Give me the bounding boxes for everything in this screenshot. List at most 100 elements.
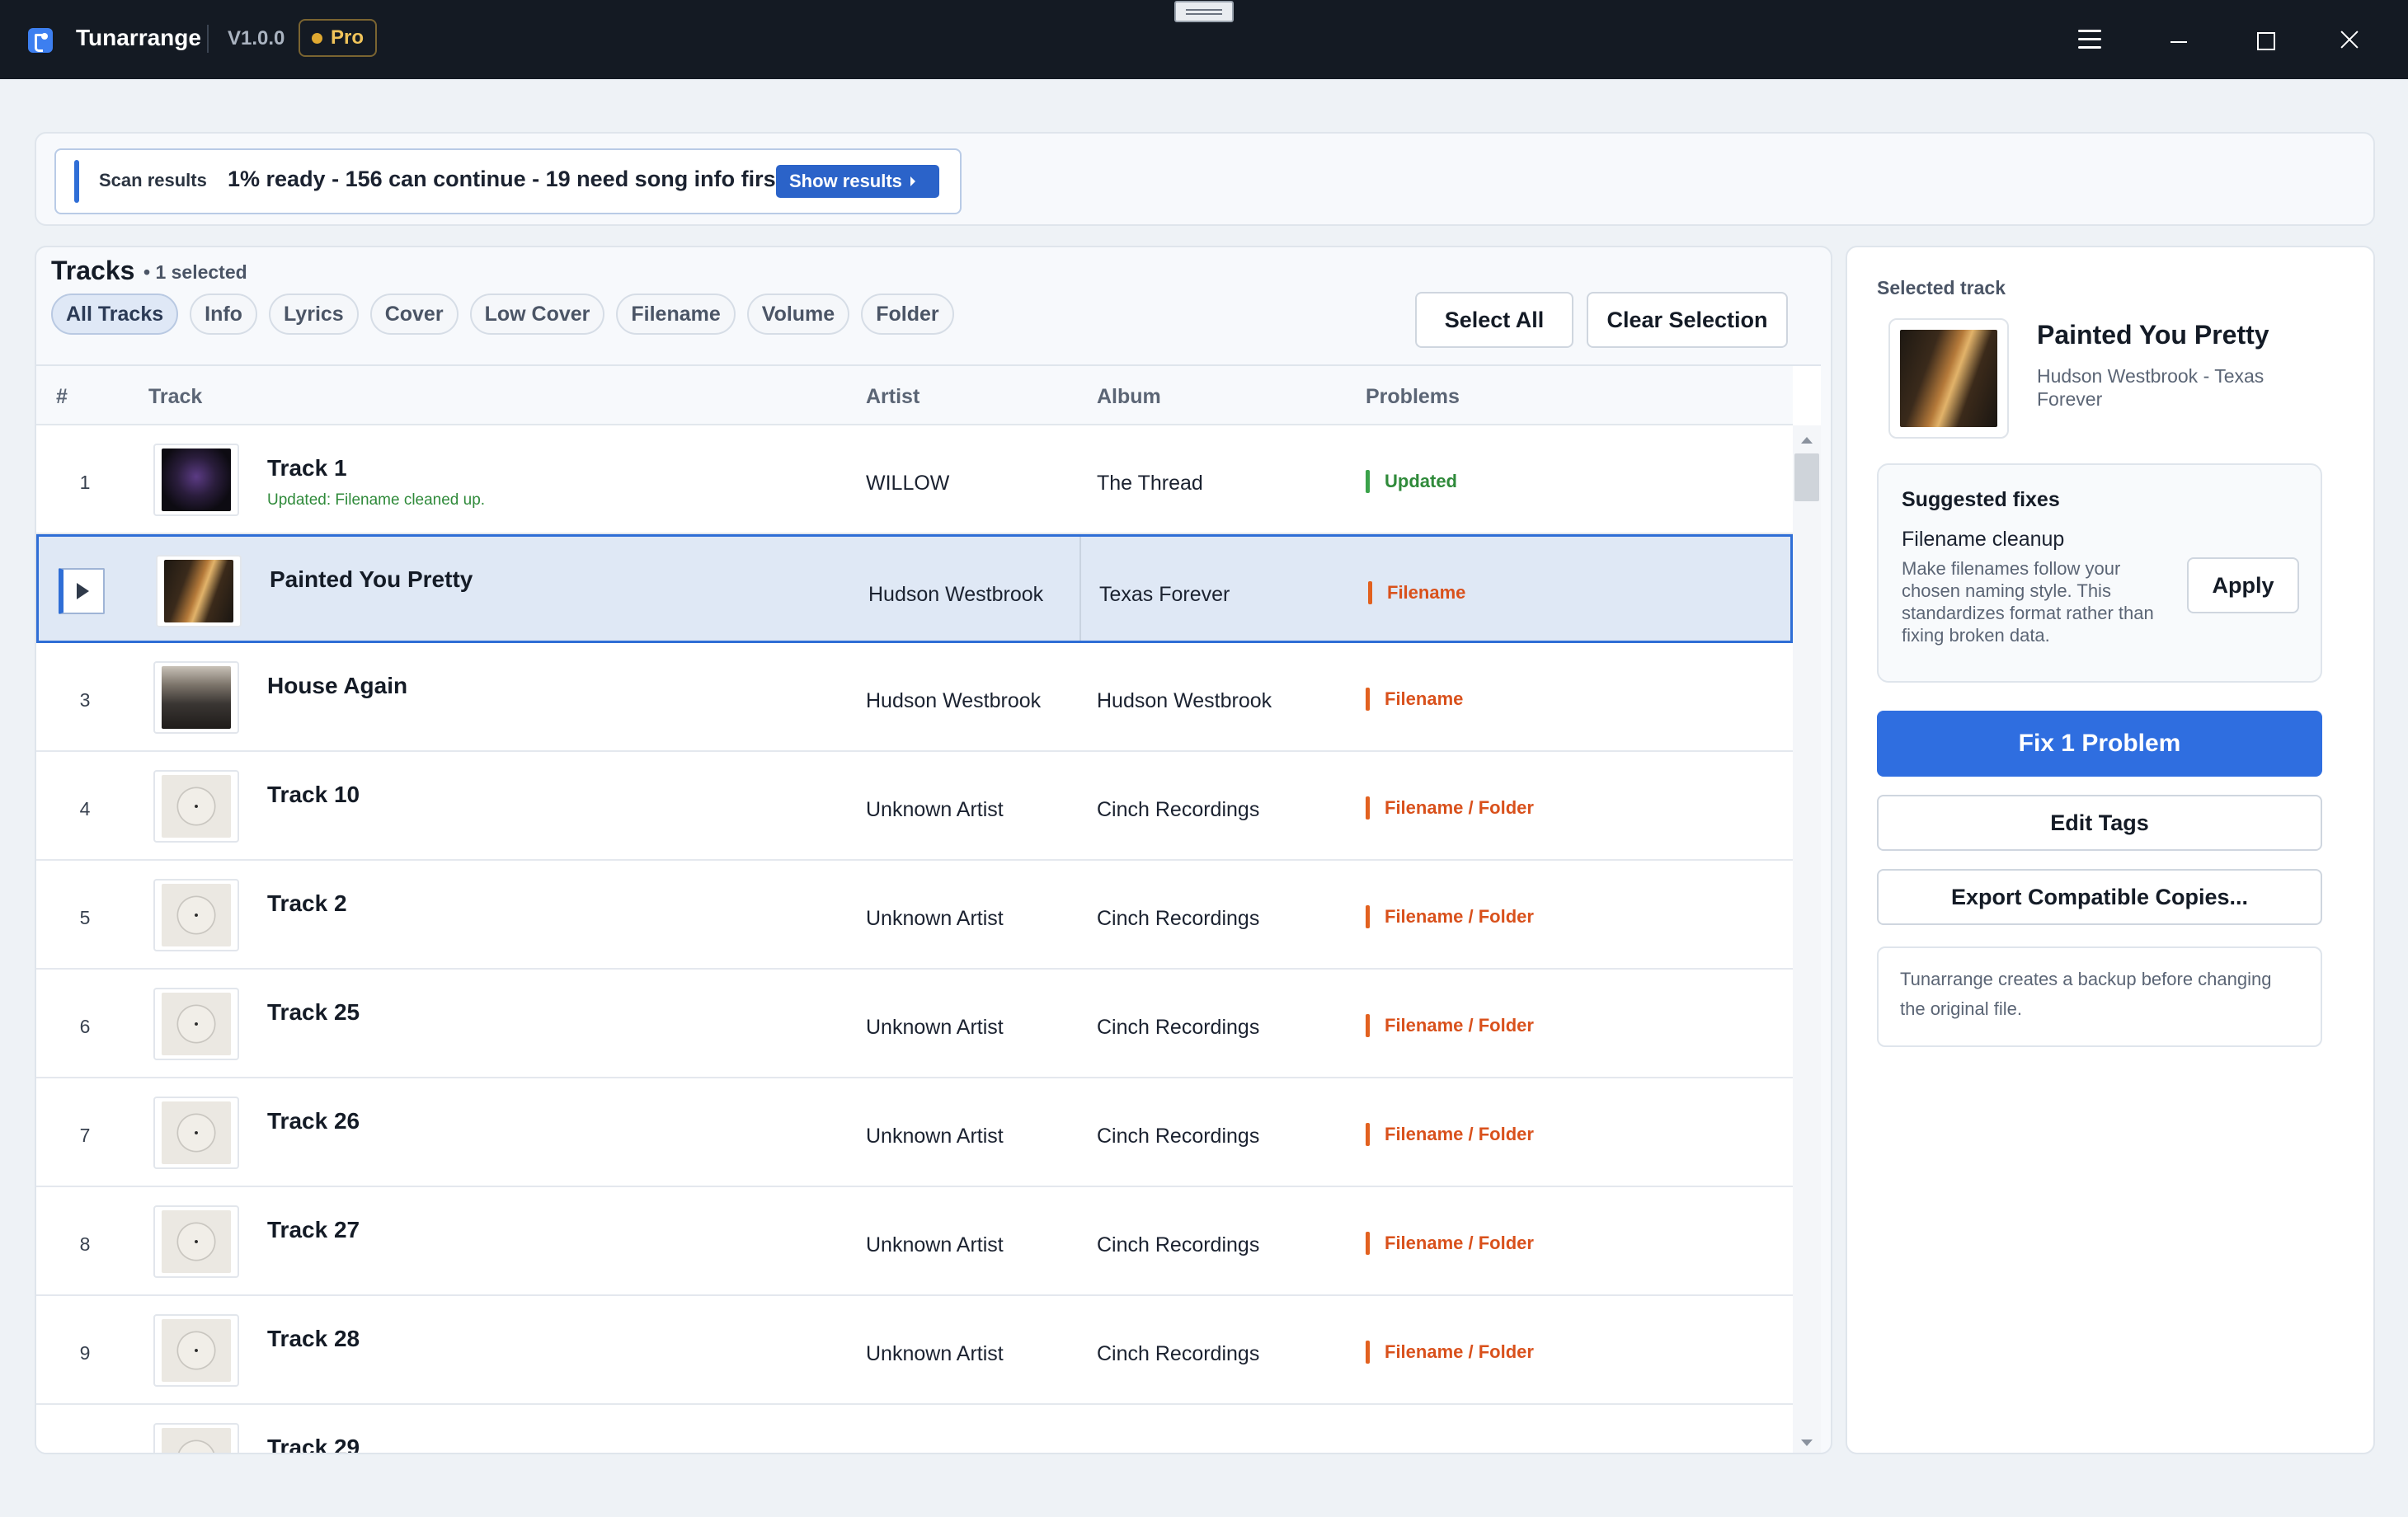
scan-results-card: Scan results 1% ready - 156 can continue… [35,132,2375,226]
filter-chip-all-tracks[interactable]: All Tracks [51,294,179,335]
filter-chip-volume[interactable]: Volume [746,294,850,335]
suggested-fixes-heading: Suggested fixes [1902,488,2060,511]
problem-label: Filename / Folder [1385,1015,1534,1036]
scan-results-banner: Scan results 1% ready - 156 can continue… [54,148,962,214]
row-number: 7 [79,1125,91,1146]
problem-label: Filename / Folder [1385,797,1534,818]
row-number: 5 [79,907,91,928]
cover-art-image [162,1101,231,1164]
table-row[interactable]: 1 Track 1 Updated: Filename cleaned up. WIL… [36,425,1793,534]
table-row[interactable]: 8 Track 27 Unknown Artist Cinch Recordings F… [36,1187,1793,1296]
apply-fix-button[interactable]: Apply [2187,557,2299,613]
track-artist: WILLOW [866,472,950,495]
problem-badge[interactable]: Filename / Folder [1366,1232,1534,1255]
cover-art-thumbnail [153,1205,239,1278]
cover-art-image [162,884,231,946]
problem-label: Filename [1385,688,1464,709]
selected-track-label: Selected track [1877,277,2006,298]
table-scrollbar[interactable] [1793,425,1821,1453]
filter-chip-lyrics[interactable]: Lyrics [268,294,359,335]
table-row[interactable]: 5 Track 2 Unknown Artist Cinch Recordings Fi… [36,861,1793,970]
track-artist: Unknown Artist [866,1342,1004,1365]
filter-chip-info[interactable]: Info [190,294,257,335]
problem-badge[interactable]: Updated [1366,470,1457,493]
minimize-icon[interactable] [2161,21,2197,58]
track-album: Cinch Recordings [1097,1342,1260,1365]
problem-badge[interactable]: Filename / Folder [1366,905,1534,928]
filter-chip-folder[interactable]: Folder [861,294,954,335]
close-icon[interactable] [2331,21,2368,58]
track-album: Cinch Recordings [1097,1233,1260,1256]
cover-art-thumbnail [153,444,239,516]
column-separator [1079,537,1081,641]
problem-badge[interactable]: Filename / Folder [1366,1341,1534,1364]
fix-description: Make filenames follow your chosen naming… [1902,558,2154,646]
scan-results-label: Scan results [99,170,207,190]
track-title: House Again [267,673,408,698]
window-grip-handle[interactable] [1174,1,1234,22]
track-artist: Unknown Artist [866,1233,1004,1256]
table-header: # Track Artist Album Problems [36,366,1793,425]
scroll-thumb[interactable] [1794,453,1819,501]
title-bar: Tunarrange V1.0.0 Pro [0,0,2408,79]
track-album: Cinch Recordings [1097,907,1260,930]
row-number: 4 [79,798,91,820]
column-header-problems[interactable]: Problems [1366,385,1460,409]
problem-label: Filename / Folder [1385,906,1534,927]
problem-badge[interactable]: Filename / Folder [1366,796,1534,820]
track-title: Track 1 [267,455,347,481]
problem-badge[interactable]: Filename [1368,581,1465,604]
table-row[interactable]: 3 House Again Hudson Westbrook Hudson Westb… [36,643,1793,752]
clear-selection-button[interactable]: Clear Selection [1587,292,1788,348]
row-number: 6 [79,1016,91,1037]
cover-art-thumbnail [153,661,239,734]
status-bar [1366,470,1370,493]
pro-label: Pro [331,26,364,49]
show-results-button[interactable]: Show results [776,165,939,198]
problem-badge[interactable]: Filename [1366,688,1463,711]
export-copies-button[interactable]: Export Compatible Copies... [1877,869,2322,925]
track-title: Track 25 [267,999,360,1025]
cover-art-image [162,1319,231,1382]
table-row-selected[interactable]: Painted You Pretty Hudson Westbrook Texas … [36,534,1793,643]
row-number: 8 [79,1233,91,1255]
track-title: Track 10 [267,782,360,807]
filter-chip-cover[interactable]: Cover [369,294,459,335]
track-title: Track 27 [267,1217,360,1242]
scroll-up-icon[interactable] [1801,437,1813,444]
table-row[interactable]: Track 29 [36,1405,1793,1453]
track-album: Hudson Westbrook [1097,689,1272,712]
filter-chip-filename[interactable]: Filename [616,294,736,335]
edit-tags-button[interactable]: Edit Tags [1877,795,2322,851]
play-icon[interactable] [59,568,105,614]
track-title: Track 26 [267,1108,360,1134]
tracks-panel: Tracks • 1 selected All Tracks Info Lyrics… [35,246,1832,1454]
cover-art-thumbnail [156,555,242,627]
maximize-icon[interactable] [2246,21,2283,58]
cover-art-thumbnail [153,988,239,1060]
problem-badge[interactable]: Filename / Folder [1366,1014,1534,1037]
table-row[interactable]: 9 Track 28 Unknown Artist Cinch Recordings F… [36,1296,1793,1405]
column-header-artist[interactable]: Artist [866,385,919,409]
cover-art-image [162,775,231,838]
fix-problem-button[interactable]: Fix 1 Problem [1877,711,2322,777]
track-album: Texas Forever [1099,583,1230,606]
scroll-down-icon[interactable] [1801,1440,1813,1446]
fix-name: Filename cleanup [1902,528,2065,551]
column-header-num[interactable]: # [56,385,68,409]
problem-badge[interactable]: Filename / Folder [1366,1123,1534,1146]
track-artist: Unknown Artist [866,798,1004,821]
hamburger-menu-icon[interactable] [2071,21,2107,58]
table-rows: 1 Track 1 Updated: Filename cleaned up. WIL… [36,425,1793,1453]
title-divider [207,25,209,53]
column-header-track[interactable]: Track [148,385,202,409]
table-row[interactable]: 6 Track 25 Unknown Artist Cinch Recordings F… [36,970,1793,1078]
filter-chip-low-cover[interactable]: Low Cover [469,294,605,335]
table-row[interactable]: 7 Track 26 Unknown Artist Cinch Recordings F… [36,1078,1793,1187]
selected-cover-art [1888,318,2009,439]
select-all-button[interactable]: Select All [1415,292,1573,348]
column-header-album[interactable]: Album [1097,385,1161,409]
app-name: Tunarrange [76,25,201,50]
track-album: The Thread [1097,472,1203,495]
table-row[interactable]: 4 Track 10 Unknown Artist Cinch Recordings F… [36,752,1793,861]
